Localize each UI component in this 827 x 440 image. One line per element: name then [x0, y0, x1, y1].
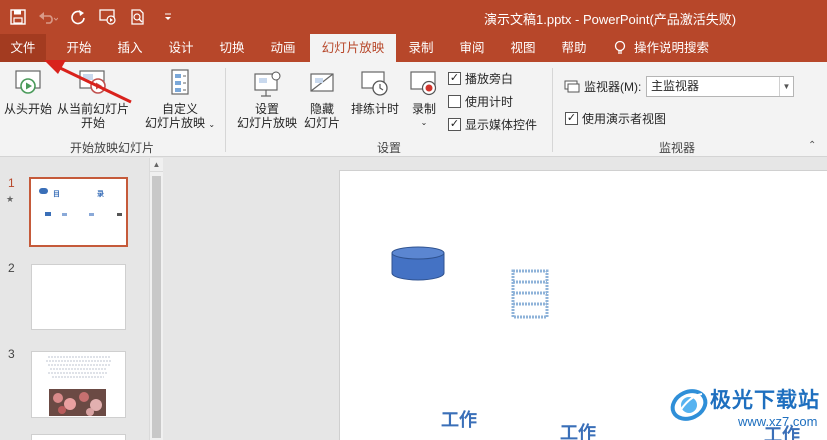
shelf-icon[interactable] — [510, 268, 550, 320]
watermark: 极光下载站 www.xz7.com — [668, 382, 827, 440]
thumb-slide-3-content — [46, 356, 112, 416]
slide-number: 2 — [8, 261, 15, 275]
watermark-url: www.xz7.com — [738, 414, 818, 429]
thumbnail-slide-2[interactable] — [31, 264, 126, 330]
thumbnail-scrollbar[interactable]: ▲ — [149, 158, 163, 440]
thumb-icon — [117, 213, 122, 216]
watermark-logo-icon — [670, 389, 708, 421]
thumbnail-slide-3[interactable] — [31, 351, 126, 418]
thumbnail-slide-1[interactable]: 目 录 — [29, 177, 128, 247]
animation-star-icon: ★ — [6, 194, 15, 204]
thumb-icon — [62, 213, 67, 216]
slide-text-work[interactable]: 工作 — [441, 406, 477, 432]
slide-number: 3 — [8, 347, 15, 361]
slide-number: 1 — [8, 176, 15, 190]
thumbnail-slide-4[interactable] — [31, 434, 126, 440]
thumb-title-left: 目 — [53, 191, 60, 198]
thumb-icon — [89, 213, 94, 216]
scrollbar-thumb[interactable] — [152, 176, 161, 438]
slide-thumbnail-pane: 1 ★ 目 录 2 3 — [0, 158, 149, 440]
slide-text-work[interactable]: 工作 — [560, 419, 596, 440]
cylinder-shape[interactable] — [390, 246, 446, 282]
scroll-up-icon[interactable]: ▲ — [150, 158, 163, 172]
thumb-icon — [45, 212, 51, 216]
thumb-shape — [39, 188, 48, 194]
thumb-title-right: 录 — [97, 191, 104, 198]
watermark-name: 极光下载站 — [710, 388, 820, 412]
